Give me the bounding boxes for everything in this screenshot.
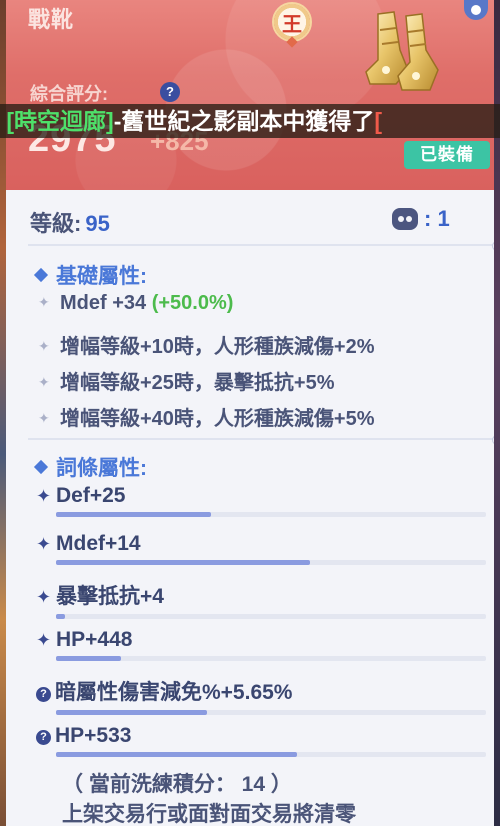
level-value: 95 [85,211,110,236]
affix-roll-bar-fill [56,614,65,619]
item-name: 戰靴 [28,7,75,32]
affix-roll-bar [56,614,486,619]
affix-roll-bar [56,512,486,517]
profile-icon-dot [471,5,481,15]
sparkle-icon: ✦ [36,486,52,506]
basic-attribute-line: ✦ Mdef +34 (+50.0%) [38,292,233,315]
sparkle-icon: ✦ [38,338,50,354]
level-row: 等級: 95 [30,206,110,238]
affix-attributes-title-text: 詞條屬性: [56,457,147,480]
sparkle-icon: ✦ [36,587,52,607]
affix-roll-bar-fill [56,656,121,661]
affix-roll-bar-fill [56,710,207,715]
basic-attribute-line: ✦ 增幅等級+10時，人形種族減傷+2% [38,330,375,359]
sparkle-icon: ✦ [38,294,50,310]
help-icon[interactable]: ? [160,82,180,102]
ticker-location[interactable]: [時空迴廊] [6,108,113,134]
affix-roll-bar-fill [56,752,297,757]
affix-label: Def+25 [56,484,126,507]
affix-text: ? 暗屬性傷害減免%+5.65% [36,676,492,706]
socket-count: : 1 [392,206,450,232]
golden-boots-icon [365,11,439,91]
refine-score: （ 當前洗練積分： 14 ） [62,773,292,796]
affix-text: ✦ Mdef+14 [36,532,492,556]
affix-roll-bar [56,656,486,661]
socket-count-value: : 1 [424,206,450,231]
affix-label: 暗屬性傷害減免%+5.65% [55,681,293,704]
basic-attribute-bonus: (+50.0%) [151,292,234,314]
diamond-icon [33,459,49,475]
affix-label: Mdef+14 [56,532,141,555]
divider [28,435,494,445]
level-label: 等級: [30,211,82,236]
ticker-message: -舊世紀之影副本中獲得了 [113,108,375,134]
profile-icon[interactable] [464,0,488,20]
affix-row: ✦ Mdef+14 [36,532,492,565]
affix-row: ✦ HP+448 [36,628,492,661]
affix-row: ? HP+533 [36,724,492,757]
question-icon: ? [36,687,51,702]
basic-attributes-title-text: 基礎屬性: [56,265,147,288]
question-icon: ? [36,730,51,745]
affix-row: ? 暗屬性傷害減免%+5.65% [36,676,492,715]
affix-row: ✦ Def+25 [36,484,492,517]
affix-row: ✦ 暴擊抵抗+4 [36,580,492,619]
basic-attributes-title: 基礎屬性: [33,260,147,290]
basic-attribute-text: 增幅等級+10時，人形種族減傷+2% [60,336,375,358]
affix-label: HP+448 [56,628,133,651]
sparkle-icon: ✦ [36,630,52,650]
affix-attributes-title: 詞條屬性: [33,452,147,482]
affix-text: ✦ HP+448 [36,628,492,652]
basic-attribute-line: ✦ 增幅等級+40時，人形種族減傷+5% [38,402,375,431]
affix-text: ✦ Def+25 [36,484,492,508]
affix-text: ? HP+533 [36,724,492,748]
equipped-badge: 已裝備 [404,141,490,169]
affix-text: ✦ 暴擊抵抗+4 [36,580,492,610]
basic-attribute-text: 增幅等級+40時，人形種族減傷+5% [60,408,375,430]
ticker-item-link[interactable]: [ [374,108,382,134]
basic-attribute-text: 增幅等級+25時，暴擊抵抗+5% [60,372,335,394]
basic-attribute-text: Mdef +34 [60,292,152,314]
affix-roll-bar [56,710,486,715]
basic-attribute-line: ✦ 增幅等級+25時，暴擊抵抗+5% [38,366,335,395]
affix-roll-bar [56,560,486,565]
affix-label: 暴擊抵抗+4 [56,585,164,608]
sparkle-icon: ✦ [36,534,52,554]
diamond-icon [33,267,49,283]
socket-icon [392,208,418,230]
trade-reset-note: 上架交易行或面對面交易將清零 [62,803,356,826]
affix-roll-bar-fill [56,512,211,517]
divider [28,241,494,251]
king-badge-label: 王 [282,13,302,36]
system-broadcast-ticker: [時空迴廊]-舊世紀之影副本中獲得了[ [0,104,500,138]
affix-label: HP+533 [55,724,132,747]
sparkle-icon: ✦ [38,374,50,390]
affix-roll-bar [56,752,486,757]
sparkle-icon: ✦ [38,410,50,426]
overall-score-label: 綜合評分: [30,84,108,104]
king-badge-icon: 王 [272,2,312,42]
affix-roll-bar-fill [56,560,310,565]
item-header: 戰靴 王 綜合評分: ? 2975 +825 已裝備 [6,0,494,190]
